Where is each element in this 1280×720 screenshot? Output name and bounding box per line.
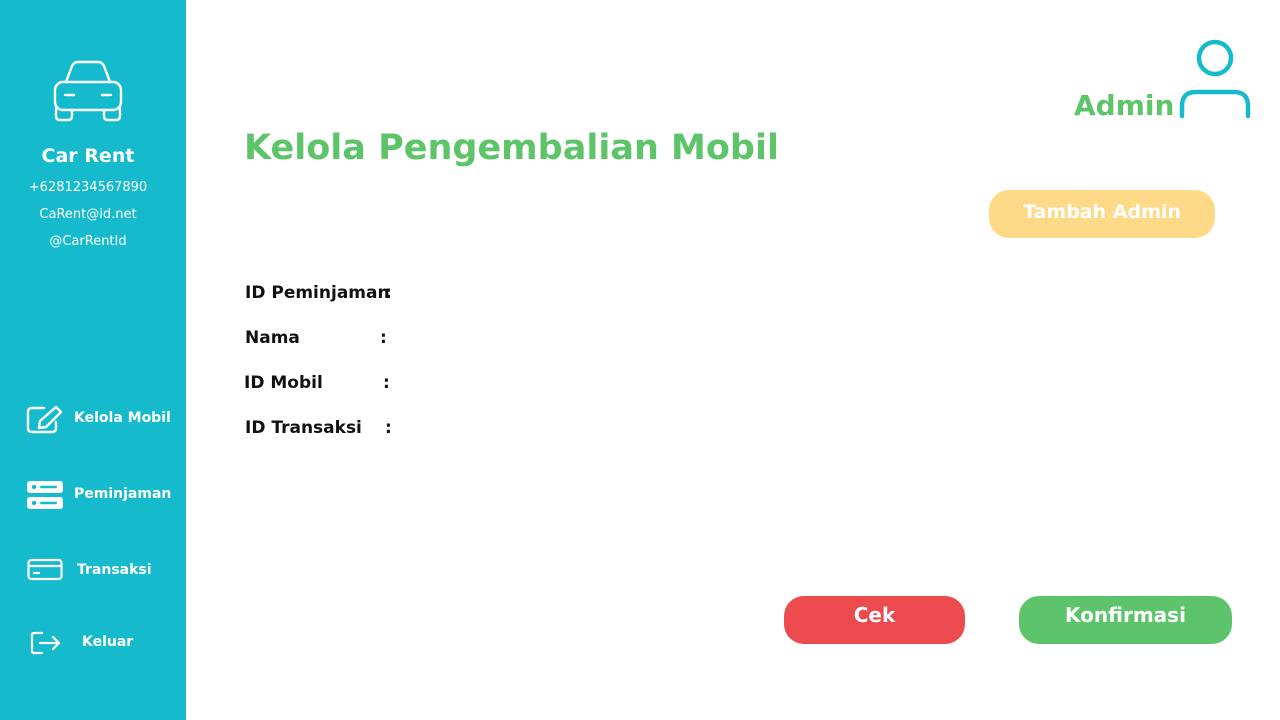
add-admin-button[interactable]: Tambah Admin [989, 190, 1215, 238]
sidebar: Car Rent +6281234567890 CaRent@id.net @C… [0, 0, 186, 720]
field-colon: : [385, 418, 392, 438]
edit-icon [26, 405, 63, 434]
user-icon[interactable] [1176, 38, 1252, 122]
contact-phone: +6281234567890 [28, 180, 148, 195]
field-colon: : [385, 283, 392, 303]
contact-email: CaRent@id.net [39, 207, 137, 222]
check-button[interactable]: Cek [784, 596, 965, 644]
contact-social: @CarRentId [49, 234, 127, 249]
sidebar-item-label: Keluar [82, 634, 134, 650]
brand-name: Car Rent [41, 145, 135, 167]
sidebar-item-label: Kelola Mobil [74, 410, 171, 426]
field-label-id-mobil: ID Mobil [244, 373, 323, 393]
sidebar-item-kelola-mobil[interactable]: Kelola Mobil [0, 400, 186, 440]
field-label-id-peminjaman: ID Peminjaman [245, 283, 390, 303]
sidebar-item-label: Transaksi [77, 562, 152, 578]
sidebar-item-peminjaman[interactable]: Peminjaman [0, 476, 186, 516]
field-label-nama: Nama [245, 328, 300, 348]
car-icon [53, 60, 123, 122]
confirm-button[interactable]: Konfirmasi [1019, 596, 1232, 644]
server-icon [27, 481, 63, 509]
credit-card-icon [27, 558, 63, 581]
field-colon: : [380, 328, 387, 348]
sidebar-item-transaksi[interactable]: Transaksi [0, 552, 186, 592]
field-colon: : [383, 373, 390, 393]
admin-label: Admin [1074, 89, 1175, 122]
logout-icon [30, 631, 61, 655]
sidebar-item-label: Peminjaman [74, 486, 172, 502]
sidebar-item-keluar[interactable]: Keluar [0, 624, 186, 664]
page-title: Kelola Pengembalian Mobil [244, 128, 779, 168]
field-label-id-transaksi: ID Transaksi [245, 418, 362, 438]
